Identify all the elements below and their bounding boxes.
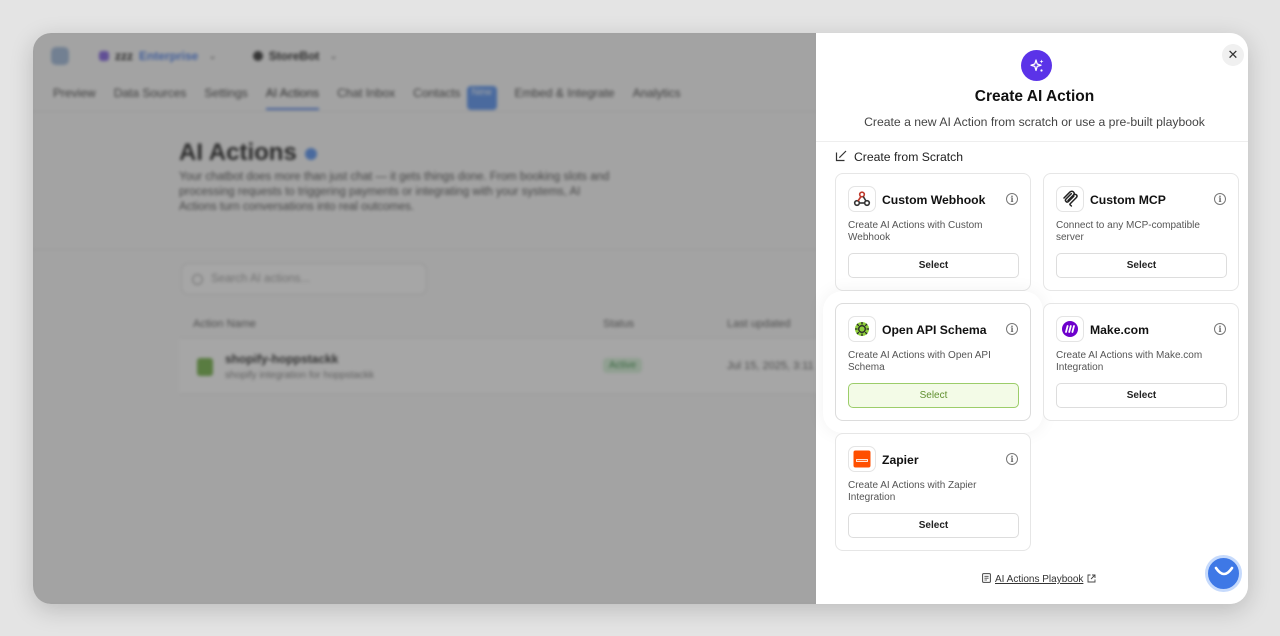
make-com-icon: [1056, 316, 1084, 342]
select-custom-webhook-button[interactable]: Select: [848, 253, 1019, 278]
select-open-api-schema-button[interactable]: Select: [848, 383, 1019, 408]
select-custom-mcp-button[interactable]: Select: [1056, 253, 1227, 278]
webhook-icon: [848, 186, 876, 212]
card-custom-webhook[interactable]: Custom Webhook i Create AI Actions with …: [835, 173, 1031, 291]
select-zapier-button[interactable]: Select: [848, 513, 1019, 538]
card-description: Create AI Actions with Make.com Integrat…: [1056, 350, 1203, 373]
info-icon[interactable]: i: [1214, 193, 1226, 205]
ai-actions-playbook-link[interactable]: AI Actions Playbook: [995, 574, 1083, 585]
card-title: Open API Schema: [882, 323, 987, 337]
app-window: zzz Enterprise ⌄ StoreBot ⌄ Preview Data…: [33, 33, 1248, 604]
playbook-link-row: AI Actions Playbook: [982, 573, 1096, 586]
chat-widget-button[interactable]: [1205, 555, 1242, 592]
zapier-icon: [848, 446, 876, 472]
card-description: Create AI Actions with Open API Schema: [848, 350, 991, 373]
document-icon: [982, 573, 991, 586]
external-link-icon: [1087, 574, 1096, 586]
info-icon[interactable]: i: [1006, 323, 1018, 335]
smile-icon: [1214, 565, 1234, 583]
modal-backdrop[interactable]: [33, 33, 816, 604]
card-open-api-schema[interactable]: Open API Schema i Create AI Actions with…: [835, 303, 1031, 421]
card-make-com[interactable]: Make.com i Create AI Actions with Make.c…: [1043, 303, 1239, 421]
sparkles-icon: [1021, 50, 1052, 81]
card-custom-mcp[interactable]: Custom MCP i Connect to any MCP-compatib…: [1043, 173, 1239, 291]
close-button[interactable]: ✕: [1222, 44, 1244, 66]
create-from-scratch-icon: [835, 149, 848, 165]
card-title: Zapier: [882, 453, 919, 467]
card-title: Make.com: [1090, 323, 1149, 337]
info-icon[interactable]: i: [1006, 193, 1018, 205]
card-title: Custom Webhook: [882, 193, 986, 207]
panel-subtitle: Create a new AI Action from scratch or u…: [864, 115, 1205, 129]
select-make-com-button[interactable]: Select: [1056, 383, 1227, 408]
create-ai-action-panel: ✕ Create AI Action Create a new AI Actio…: [816, 33, 1248, 604]
close-icon: ✕: [1227, 47, 1239, 62]
mcp-icon: [1056, 186, 1084, 212]
section-label: Create from Scratch: [854, 150, 964, 164]
section-heading: Create from Scratch: [835, 149, 963, 165]
card-description: Connect to any MCP-compatible server: [1056, 220, 1200, 243]
panel-title: Create AI Action: [974, 88, 1095, 105]
card-description: Create AI Actions with Zapier Integratio…: [848, 480, 977, 503]
openapi-icon: [848, 316, 876, 342]
card-title: Custom MCP: [1090, 193, 1166, 207]
info-icon[interactable]: i: [1214, 323, 1226, 335]
card-zapier[interactable]: Zapier i Create AI Actions with Zapier I…: [835, 433, 1031, 551]
panel-divider: [816, 141, 1248, 142]
card-description: Create AI Actions with Custom Webhook: [848, 220, 983, 243]
info-icon[interactable]: i: [1006, 453, 1018, 465]
